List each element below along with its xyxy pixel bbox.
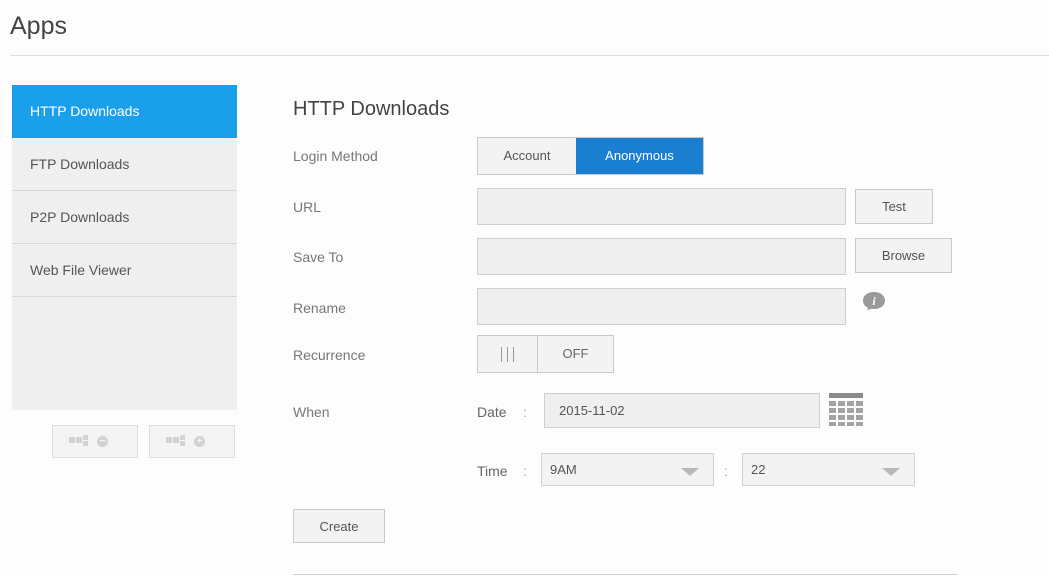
recurrence-state: OFF: [562, 346, 589, 361]
sidebar-item-http-downloads[interactable]: HTTP Downloads: [12, 85, 237, 138]
time-colon: :: [523, 463, 527, 479]
rename-label: Rename: [293, 300, 346, 316]
save-to-label: Save To: [293, 249, 344, 265]
footer-divider: [293, 574, 957, 575]
sidebar-item-label: Web File Viewer: [30, 262, 132, 278]
sidebar-item-web-file-viewer[interactable]: Web File Viewer: [12, 244, 237, 297]
minus-icon: −: [97, 436, 108, 447]
header-divider: [10, 55, 1049, 56]
date-label: Date: [477, 404, 507, 420]
login-method-account-option[interactable]: Account: [478, 138, 576, 174]
browse-button[interactable]: Browse: [855, 238, 952, 273]
sidebar: HTTP Downloads FTP Downloads P2P Downloa…: [12, 85, 237, 410]
save-to-input[interactable]: [477, 238, 846, 275]
calendar-icon[interactable]: [829, 393, 863, 426]
chevron-down-icon: [882, 468, 900, 476]
sidebar-item-ftp-downloads[interactable]: FTP Downloads: [12, 138, 237, 191]
recurrence-label: Recurrence: [293, 347, 366, 363]
add-app-icon: [166, 435, 188, 449]
time-separator: :: [724, 463, 728, 479]
remove-app-button[interactable]: −: [52, 425, 138, 458]
page-title: Apps: [10, 12, 67, 40]
date-input[interactable]: 2015-11-02: [544, 393, 820, 428]
recurrence-toggle[interactable]: OFF: [477, 335, 614, 373]
toggle-handle[interactable]: [478, 336, 538, 372]
sidebar-item-label: P2P Downloads: [30, 209, 130, 225]
remove-app-icon: [69, 435, 91, 449]
info-icon[interactable]: i: [862, 291, 886, 311]
section-title: HTTP Downloads: [293, 98, 450, 120]
plus-icon: +: [194, 436, 205, 447]
url-input[interactable]: [477, 188, 846, 225]
create-button[interactable]: Create: [293, 509, 385, 543]
login-method-label: Login Method: [293, 148, 378, 164]
rename-input[interactable]: [477, 288, 846, 325]
when-label: When: [293, 404, 330, 420]
test-button[interactable]: Test: [855, 189, 933, 224]
sidebar-item-label: HTTP Downloads: [30, 103, 140, 119]
date-colon: :: [523, 404, 527, 420]
login-method-anonymous-option[interactable]: Anonymous: [576, 138, 703, 174]
hour-select[interactable]: 9AM: [541, 453, 714, 486]
login-method-toggle: Account Anonymous: [477, 137, 704, 175]
sidebar-item-p2p-downloads[interactable]: P2P Downloads: [12, 191, 237, 244]
sidebar-item-label: FTP Downloads: [30, 156, 130, 172]
time-label: Time: [477, 463, 508, 479]
minute-select[interactable]: 22: [742, 453, 915, 486]
add-app-button[interactable]: +: [149, 425, 235, 458]
url-label: URL: [293, 199, 322, 215]
chevron-down-icon: [681, 468, 699, 476]
